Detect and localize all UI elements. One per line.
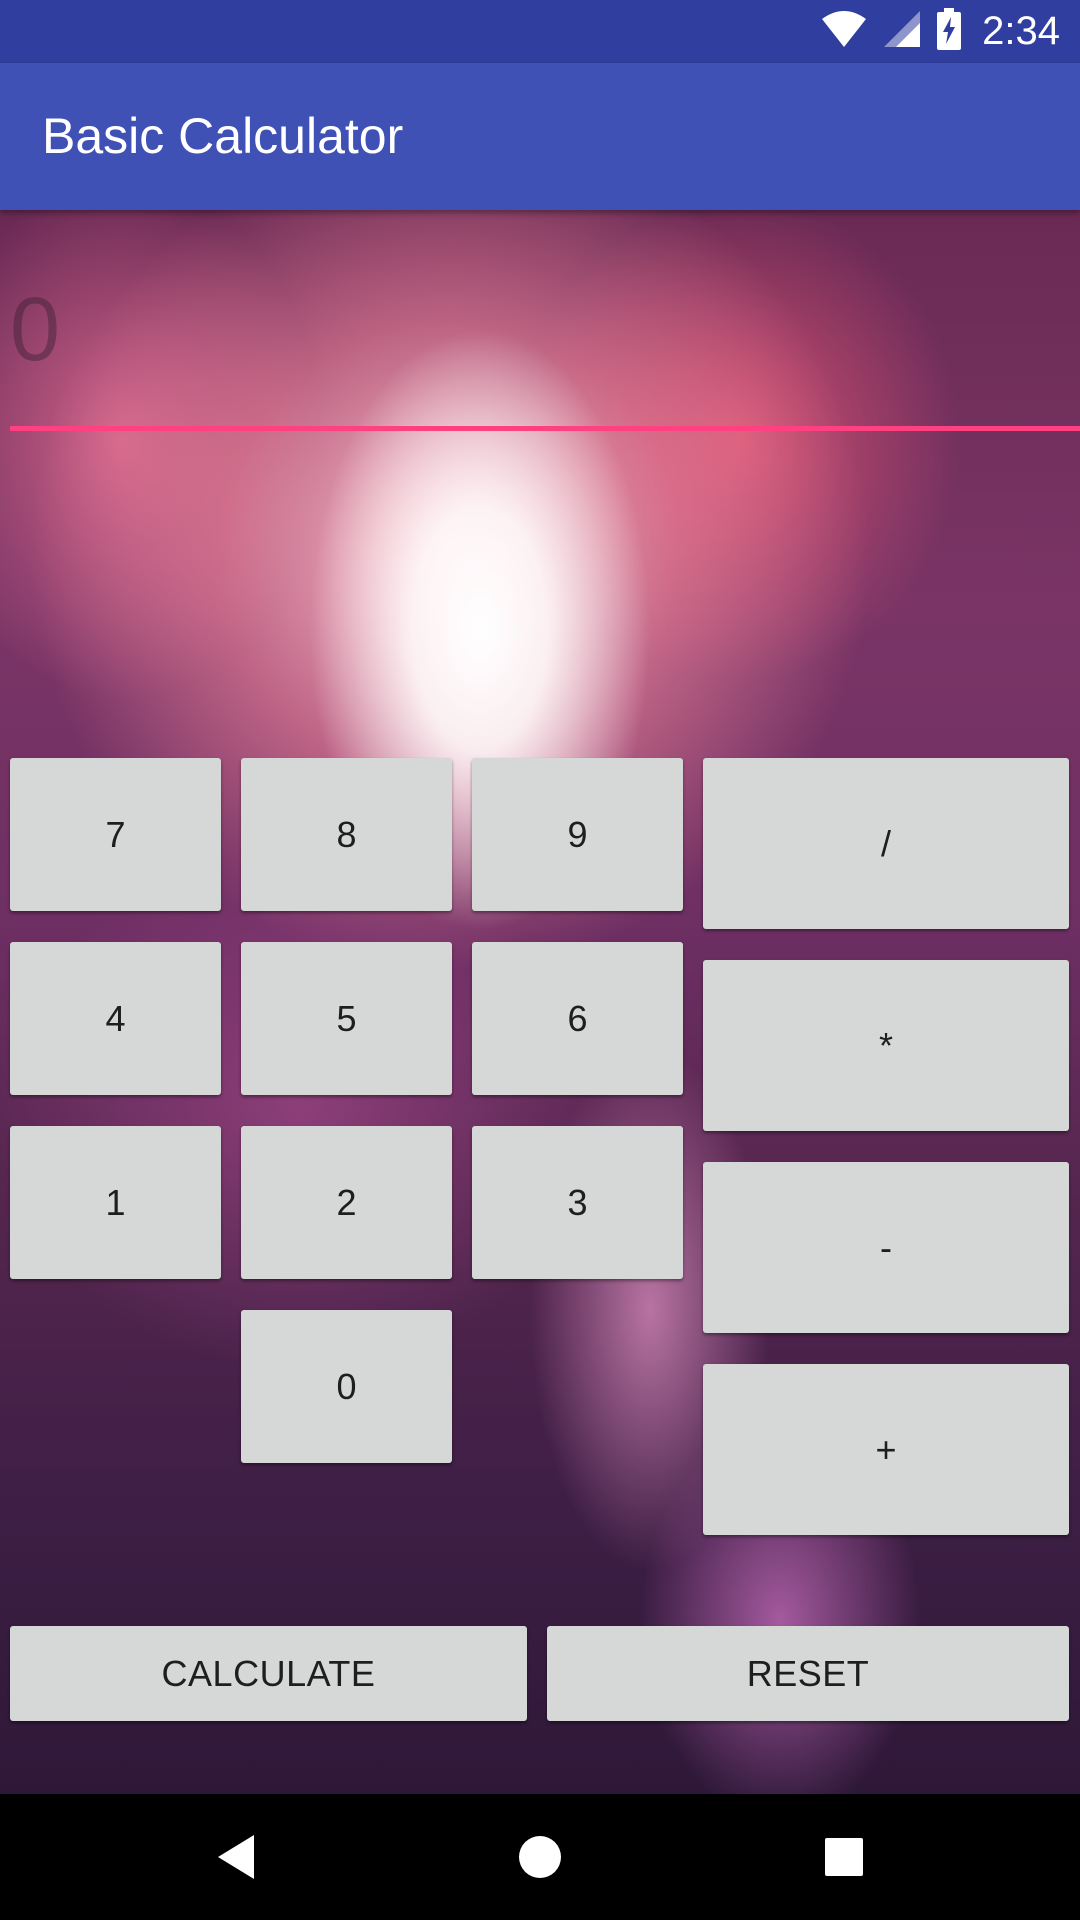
battery-charging-icon: [936, 8, 962, 55]
app-title: Basic Calculator: [42, 108, 404, 164]
digit-7-button[interactable]: 7: [10, 758, 221, 911]
display-underline: [10, 426, 1080, 431]
status-bar: 2:34: [0, 0, 1080, 63]
calculator-screen: 2:34 Basic Calculator 0 7 8 9 4 5 6 1 2 …: [0, 0, 1080, 1920]
multiply-button[interactable]: *: [703, 960, 1069, 1131]
digit-8-button[interactable]: 8: [241, 758, 452, 911]
digit-1-button[interactable]: 1: [10, 1126, 221, 1279]
result-display[interactable]: 0: [10, 280, 60, 380]
digit-0-button[interactable]: 0: [241, 1310, 452, 1463]
divide-button[interactable]: /: [703, 758, 1069, 929]
back-icon[interactable]: [176, 1794, 296, 1920]
subtract-button[interactable]: -: [703, 1162, 1069, 1333]
status-time: 2:34: [982, 9, 1060, 53]
recents-icon[interactable]: [784, 1794, 904, 1920]
status-icons: 2:34: [820, 0, 1060, 63]
digit-3-button[interactable]: 3: [472, 1126, 683, 1279]
digit-9-button[interactable]: 9: [472, 758, 683, 911]
reset-button[interactable]: RESET: [547, 1626, 1069, 1721]
digit-5-button[interactable]: 5: [241, 942, 452, 1095]
signal-icon: [882, 9, 922, 54]
digit-4-button[interactable]: 4: [10, 942, 221, 1095]
navigation-bar: [0, 1794, 1080, 1920]
wifi-icon: [820, 9, 868, 54]
digit-2-button[interactable]: 2: [241, 1126, 452, 1279]
app-bar: Basic Calculator: [0, 63, 1080, 210]
calculate-button[interactable]: CALCULATE: [10, 1626, 527, 1721]
add-button[interactable]: +: [703, 1364, 1069, 1535]
home-icon[interactable]: [480, 1794, 600, 1920]
digit-6-button[interactable]: 6: [472, 942, 683, 1095]
